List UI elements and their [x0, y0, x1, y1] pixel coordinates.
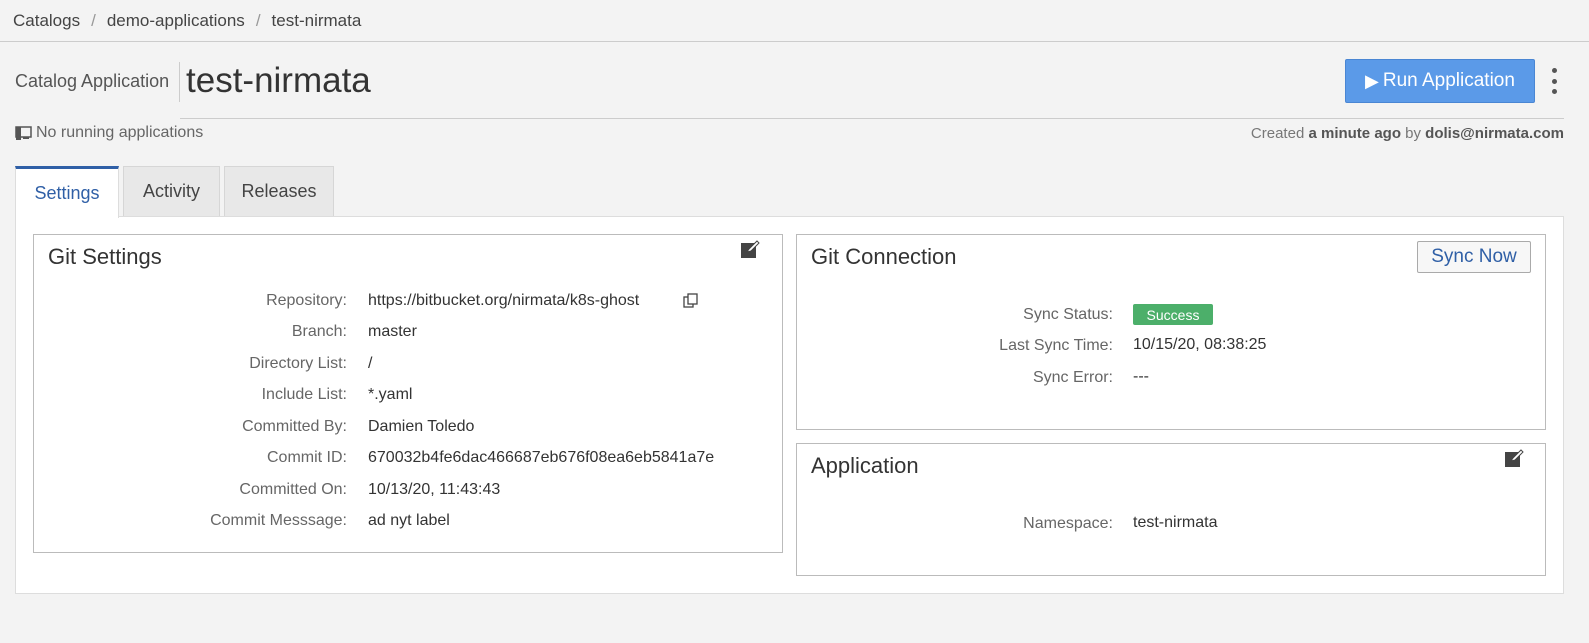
- sync-error-label: Sync Error:: [1032, 369, 1113, 386]
- breadcrumb-separator: /: [255, 10, 261, 30]
- commit-id-label: Commit ID:: [267, 449, 347, 466]
- copy-icon[interactable]: [683, 293, 699, 309]
- include-list-value: *.yaml: [368, 386, 413, 403]
- sync-status-label: Sync Status:: [1023, 306, 1113, 323]
- created-prefix: Created: [1250, 125, 1305, 142]
- running-status: No running applications: [15, 124, 203, 142]
- application-title: Application: [811, 453, 919, 478]
- git-settings-panel: Git Settings Repository: https://bitbuck…: [33, 234, 783, 553]
- branch-value: master: [368, 323, 417, 340]
- tab-releases[interactable]: Releases: [224, 166, 334, 217]
- edit-icon[interactable]: [740, 239, 760, 259]
- page-title: test-nirmata: [186, 61, 371, 100]
- directory-list-value: /: [368, 355, 373, 372]
- breadcrumb-demo-applications[interactable]: demo-applications: [107, 11, 245, 31]
- committed-on-label: Committed On:: [239, 481, 347, 498]
- repository-label: Repository:: [266, 292, 347, 309]
- play-icon: ▶: [1365, 70, 1379, 91]
- directory-list-label: Directory List:: [249, 355, 347, 372]
- application-panel: Application Namespace: test-nirmata: [796, 443, 1546, 576]
- breadcrumb-separator: /: [91, 10, 96, 30]
- run-application-label: Run Application: [1382, 70, 1515, 91]
- commit-message-label: Commit Messsage:: [210, 512, 347, 529]
- sync-now-button[interactable]: Sync Now: [1417, 241, 1531, 273]
- status-badge: Success: [1133, 304, 1213, 325]
- branch-label: Branch:: [291, 323, 347, 340]
- namespace-value: test-nirmata: [1133, 514, 1218, 531]
- created-time: a minute ago: [1308, 125, 1401, 142]
- app-icon: [15, 125, 32, 140]
- breadcrumb-catalogs[interactable]: Catalogs: [13, 11, 80, 31]
- header-divider: [180, 118, 1564, 119]
- repository-value[interactable]: https://bitbucket.org/nirmata/k8s-ghost: [368, 292, 639, 310]
- run-application-button[interactable]: ▶ Run Application: [1345, 59, 1535, 103]
- running-status-text: No running applications: [36, 124, 204, 141]
- committed-on-value: 10/13/20, 11:43:43: [368, 481, 501, 498]
- git-connection-title: Git Connection: [811, 244, 957, 269]
- created-info: Created a minute ago by dolis@nirmata.co…: [1251, 125, 1564, 142]
- catalog-application-label: Catalog Application: [15, 71, 170, 91]
- tab-settings[interactable]: Settings: [15, 166, 119, 218]
- last-sync-time-value: 10/15/20, 08:38:25: [1133, 336, 1267, 353]
- git-settings-title: Git Settings: [48, 244, 162, 269]
- tab-activity[interactable]: Activity: [123, 166, 220, 217]
- more-vertical-icon[interactable]: [1549, 68, 1559, 94]
- committed-by-value: Damien Toledo: [368, 418, 475, 435]
- last-sync-time-label: Last Sync Time:: [999, 337, 1113, 354]
- sync-error-value: ---: [1133, 368, 1149, 385]
- committed-by-label: Committed By:: [242, 418, 347, 435]
- created-by-user: dolis@nirmata.com: [1425, 125, 1564, 142]
- commit-id-value: 670032b4fe6dac466687eb676f08ea6eb5841a7e: [368, 449, 715, 466]
- created-by-word: by: [1405, 125, 1421, 142]
- edit-icon[interactable]: [1504, 448, 1524, 468]
- namespace-label: Namespace:: [1023, 515, 1113, 532]
- commit-message-value: ad nyt label: [368, 512, 450, 529]
- include-list-label: Include List:: [261, 386, 347, 403]
- breadcrumb-current: test-nirmata: [271, 10, 362, 30]
- title-divider: [179, 62, 180, 102]
- breadcrumb: Catalogs / demo-applications / test-nirm…: [0, 0, 1589, 42]
- git-connection-panel: Git Connection Sync Now Sync Status: Suc…: [796, 234, 1546, 430]
